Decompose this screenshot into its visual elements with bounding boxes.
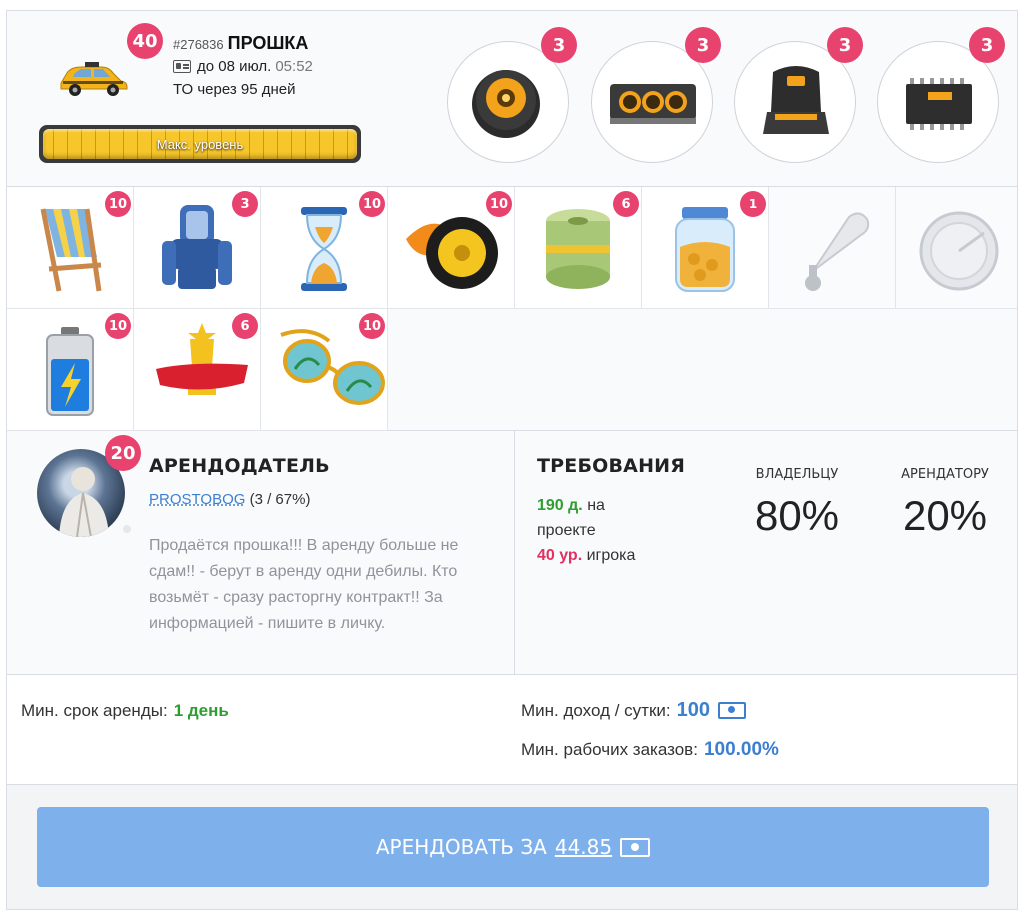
section-divider: [514, 431, 515, 675]
min-orders: Мин. рабочих заказов: 100.00%: [521, 739, 779, 761]
rental-terms: Мин. срок аренды: 1 день Мин. доход / су…: [7, 675, 1017, 785]
item-deck-chair[interactable]: 10: [7, 187, 134, 309]
renter-share-label: АРЕНДАТОРУ: [901, 467, 989, 482]
money-bill-icon: [717, 702, 746, 719]
rent-until-date: до 08 июл.: [197, 58, 272, 75]
item-count: 6: [232, 313, 258, 339]
landlord-description: Продаётся прошка!!! В аренду больше не с…: [149, 537, 459, 632]
item-massage-chair[interactable]: 3: [134, 187, 261, 309]
item-radar[interactable]: [896, 187, 1017, 309]
rent-button[interactable]: АРЕНДОВАТЬ ЗА 44.85: [37, 807, 989, 887]
money-roll-icon: [546, 209, 610, 289]
req-level-value: 40 ур.: [537, 547, 583, 564]
level-progress-bar: Макс. уровень: [39, 125, 361, 163]
req-days-value: 190 д.: [537, 497, 583, 514]
landlord-section: 20 АРЕНДОДАТЕЛЬ PROSTOBOG (3 / 67%) Прод…: [7, 431, 1017, 675]
hourglass-icon: [301, 207, 347, 291]
owner-share: ВЛАДЕЛЬЦУ 80%: [747, 467, 847, 540]
level-progress-fill: Макс. уровень: [43, 129, 357, 159]
requirements-title: ТРЕБОВАНИЯ: [537, 455, 686, 477]
item-sunglasses[interactable]: 10: [261, 309, 388, 431]
min-income-label: Мин. доход / сутки:: [521, 700, 671, 720]
item-horn[interactable]: [769, 187, 896, 309]
landlord-title: АРЕНДОДАТЕЛЬ: [149, 455, 330, 477]
landlord-line: PROSTOBOG (3 / 67%): [149, 491, 310, 508]
item-count: 3: [232, 191, 258, 217]
car-name[interactable]: ПРОШКА: [228, 33, 309, 53]
owner-share-label: ВЛАДЕЛЬЦУ: [755, 467, 839, 482]
min-orders-value: 100.00%: [703, 739, 779, 760]
landlord-stats: (3 / 67%): [249, 491, 311, 508]
min-term: Мин. срок аренды: 1 день: [21, 701, 229, 721]
item-battery[interactable]: 10: [7, 309, 134, 431]
min-income-value: 100: [676, 699, 710, 721]
service-info: ТО через 95 дней: [173, 81, 296, 98]
rental-offer-card: 40 #276836 ПРОШКА до 08 июл. 05:52 ТО чер…: [6, 10, 1018, 910]
renter-share-value: 20%: [902, 492, 988, 539]
rent-price: 44.85: [554, 835, 613, 859]
online-status-dot: [121, 523, 133, 535]
item-count: 1: [740, 191, 766, 217]
items-grid: 10 3 10 10 6 1 10 6 10: [7, 187, 1017, 431]
landlord-username-link[interactable]: PROSTOBOG: [149, 491, 245, 508]
landlord-level-badge: 20: [105, 435, 141, 471]
item-count: 6: [613, 191, 639, 217]
item-count: 10: [486, 191, 512, 217]
item-count: 10: [359, 191, 385, 217]
part-gauges-count: 3: [685, 27, 721, 63]
min-term-value: 1 день: [173, 701, 229, 720]
req-level-text: игрока: [586, 547, 636, 564]
item-money-roll[interactable]: 6: [515, 187, 642, 309]
coin-jar-icon: [675, 207, 735, 292]
min-income: Мин. доход / сутки: 100: [521, 699, 746, 722]
requirements-text: 190 д. на проекте 40 ур. игрока: [537, 493, 667, 568]
item-count: 10: [105, 313, 131, 339]
item-hourglass[interactable]: 10: [261, 187, 388, 309]
deck-chair-icon: [40, 208, 102, 292]
car-id: #276836: [173, 37, 224, 52]
rent-until-time: 05:52: [275, 58, 313, 75]
item-flaming-wheel[interactable]: 10: [388, 187, 515, 309]
part-seat-count: 3: [827, 27, 863, 63]
radar-icon: [919, 211, 999, 291]
car-info: #276836 ПРОШКА до 08 июл. 05:52 ТО через …: [173, 33, 313, 98]
item-trophy[interactable]: 6: [134, 309, 261, 431]
battery-icon: [46, 327, 94, 416]
taxi-car-icon: [60, 62, 128, 96]
min-orders-label: Мин. рабочих заказов:: [521, 740, 698, 759]
id-card-icon: [173, 60, 191, 73]
item-count: 10: [359, 313, 385, 339]
car-header: 40 #276836 ПРОШКА до 08 июл. 05:52 ТО чер…: [7, 11, 1017, 187]
action-footer: АРЕНДОВАТЬ ЗА 44.85: [7, 785, 1017, 909]
part-chip-count: 3: [969, 27, 1005, 63]
owner-share-value: 80%: [754, 492, 840, 539]
part-speaker-count: 3: [541, 27, 577, 63]
level-progress-label: Макс. уровень: [156, 136, 244, 152]
money-bill-icon: [620, 837, 651, 857]
item-count: 10: [105, 191, 131, 217]
massage-chair-icon: [162, 205, 232, 289]
rent-button-label: АРЕНДОВАТЬ ЗА: [375, 835, 547, 859]
min-term-label: Мин. срок аренды:: [21, 701, 168, 720]
horn-icon: [805, 212, 870, 291]
renter-share: АРЕНДАТОРУ 20%: [891, 467, 999, 540]
item-coin-jar[interactable]: 1: [642, 187, 769, 309]
car-level-badge: 40: [127, 23, 163, 59]
